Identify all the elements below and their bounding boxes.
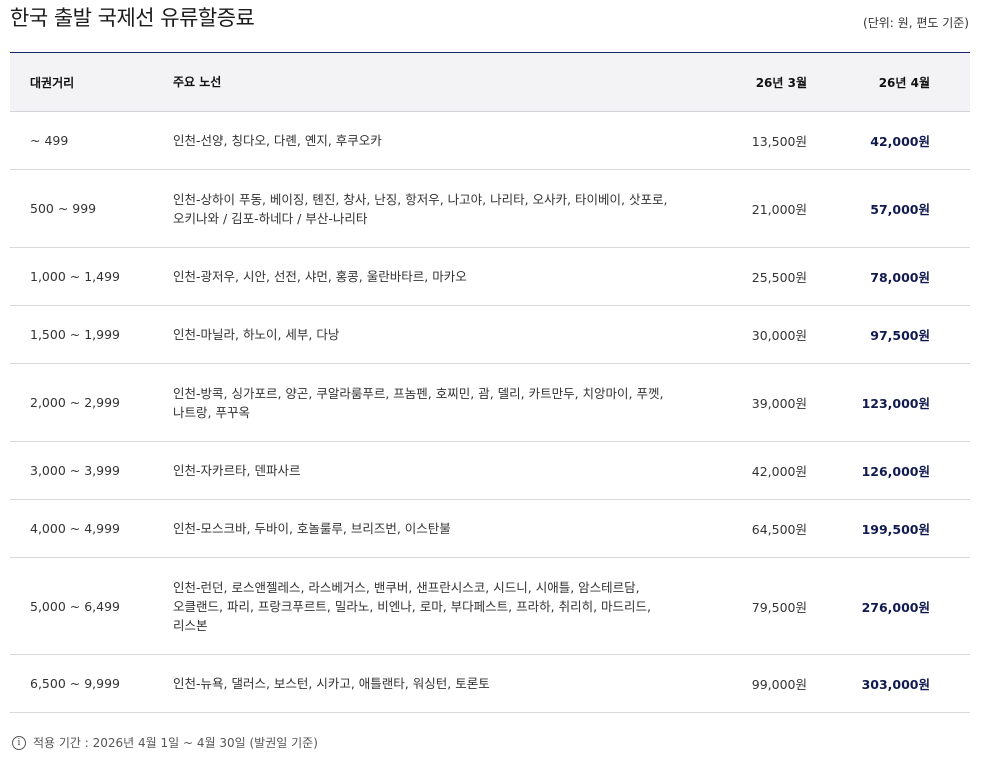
routes-cell: 인천-선양, 칭다오, 다롄, 옌지, 후쿠오카 xyxy=(173,131,690,150)
march-fee-cell: 42,000원 xyxy=(751,464,807,479)
table-row: 5,000 ~ 6,499 인천-런던, 로스앤젤레스, 라스베거스, 밴쿠버, … xyxy=(10,558,970,655)
distance-cell: 500 ~ 999 xyxy=(30,201,97,216)
april-fee-cell: 97,500원 xyxy=(870,328,930,343)
march-fee-cell: 30,000원 xyxy=(751,328,807,343)
surcharge-table: 대권거리 주요 노선 26년 3월 26년 4월 ~ 499 인천-선양, 칭다오… xyxy=(10,52,970,713)
route-line: 나트랑, 푸꾸옥 xyxy=(173,404,250,420)
table-row: 4,000 ~ 4,999 인천-모스크바, 두바이, 호놀룰루, 브리즈번, 이… xyxy=(10,500,970,558)
distance-cell: 3,000 ~ 3,999 xyxy=(30,463,120,478)
distance-cell: 1,000 ~ 1,499 xyxy=(30,269,120,284)
routes-cell: 인천-자카르타, 덴파사르 xyxy=(173,461,690,480)
april-fee-cell: 123,000원 xyxy=(861,396,930,411)
march-fee-cell: 99,000원 xyxy=(751,677,807,692)
unit-note: (단위: 원, 편도 기준) xyxy=(863,16,969,30)
table-row: 1,500 ~ 1,999 인천-마닐라, 하노이, 세부, 다낭 30,000원 9… xyxy=(10,306,970,364)
april-fee-cell: 78,000원 xyxy=(870,270,930,285)
march-fee-cell: 64,500원 xyxy=(751,522,807,537)
route-line: 오클랜드, 파리, 프랑크푸르트, 밀라노, 비엔나, 로마, 부다페스트, 프… xyxy=(173,598,651,614)
route-line: 인천-자카르타, 덴파사르 xyxy=(173,463,301,478)
table-header: 대권거리 주요 노선 26년 3월 26년 4월 xyxy=(10,53,970,112)
routes-cell: 인천-상하이 푸동, 베이징, 톈진, 창사, 난징, 항저우, 나고야, 나리… xyxy=(173,190,690,228)
routes-cell: 인천-모스크바, 두바이, 호놀룰루, 브리즈번, 이스탄불 xyxy=(173,519,690,538)
page-title: 한국 출발 국제선 유류할증료 xyxy=(10,6,255,30)
route-line: 인천-마닐라, 하노이, 세부, 다낭 xyxy=(173,327,340,342)
routes-cell: 인천-런던, 로스앤젤레스, 라스베거스, 밴쿠버, 샌프란시스코, 시드니, … xyxy=(173,578,690,635)
routes-cell: 인천-마닐라, 하노이, 세부, 다낭 xyxy=(173,325,690,344)
route-line: 오키나와 / 김포-하네다 / 부산-나리타 xyxy=(173,210,368,226)
info-icon: i xyxy=(12,735,26,750)
footnote-text: 적용 기간 : 2026년 4월 1일 ~ 4월 30일 (발권일 기준) xyxy=(33,736,318,750)
route-line: 인천-방콕, 싱가포르, 양곤, 쿠알라룸푸르, 프놈펜, 호찌민, 괌, 델리… xyxy=(173,385,664,401)
march-fee-cell: 13,500원 xyxy=(751,134,807,149)
march-fee-cell: 25,500원 xyxy=(751,270,807,285)
april-fee-cell: 303,000원 xyxy=(861,677,930,692)
april-fee-cell: 126,000원 xyxy=(861,464,930,479)
header-march: 26년 3월 xyxy=(755,75,807,90)
march-fee-cell: 21,000원 xyxy=(751,202,807,217)
table-row: 1,000 ~ 1,499 인천-광저우, 시안, 선전, 샤먼, 홍콩, 울란바… xyxy=(10,248,970,306)
table-row: ~ 499 인천-선양, 칭다오, 다롄, 옌지, 후쿠오카 13,500원 42,0… xyxy=(10,112,970,170)
april-fee-cell: 57,000원 xyxy=(870,202,930,217)
header-distance: 대권거리 xyxy=(30,75,75,90)
table-row: 3,000 ~ 3,999 인천-자카르타, 덴파사르 42,000원 126,000… xyxy=(10,442,970,500)
footnote: i 적용 기간 : 2026년 4월 1일 ~ 4월 30일 (발권일 기준) xyxy=(12,734,318,751)
route-line: 인천-선양, 칭다오, 다롄, 옌지, 후쿠오카 xyxy=(173,133,382,148)
route-line: 인천-런던, 로스앤젤레스, 라스베거스, 밴쿠버, 샌프란시스코, 시드니, … xyxy=(173,579,640,595)
distance-cell: 1,500 ~ 1,999 xyxy=(30,327,120,342)
april-fee-cell: 42,000원 xyxy=(870,134,930,149)
route-line: 인천-광저우, 시안, 선전, 샤먼, 홍콩, 울란바타르, 마카오 xyxy=(173,269,467,284)
route-line: 인천-뉴욕, 댈러스, 보스턴, 시카고, 애틀랜타, 워싱턴, 토론토 xyxy=(173,676,490,691)
routes-cell: 인천-방콕, 싱가포르, 양곤, 쿠알라룸푸르, 프놈펜, 호찌민, 괌, 델리… xyxy=(173,384,690,422)
distance-cell: 4,000 ~ 4,999 xyxy=(30,521,120,536)
header-april: 26년 4월 xyxy=(878,75,930,90)
distance-cell: 2,000 ~ 2,999 xyxy=(30,395,120,410)
header-routes: 주요 노선 xyxy=(173,74,222,89)
route-line: 인천-모스크바, 두바이, 호놀룰루, 브리즈번, 이스탄불 xyxy=(173,521,451,536)
routes-cell: 인천-뉴욕, 댈러스, 보스턴, 시카고, 애틀랜타, 워싱턴, 토론토 xyxy=(173,674,690,693)
routes-cell: 인천-광저우, 시안, 선전, 샤먼, 홍콩, 울란바타르, 마카오 xyxy=(173,267,690,286)
april-fee-cell: 276,000원 xyxy=(861,599,930,615)
distance-cell: 6,500 ~ 9,999 xyxy=(30,676,120,691)
table-body: ~ 499 인천-선양, 칭다오, 다롄, 옌지, 후쿠오카 13,500원 42,0… xyxy=(10,112,970,713)
route-line: 인천-상하이 푸동, 베이징, 톈진, 창사, 난징, 항저우, 나고야, 나리… xyxy=(173,191,668,207)
march-fee-cell: 79,500원 xyxy=(751,599,807,615)
april-fee-cell: 199,500원 xyxy=(861,522,930,537)
route-line: 리스본 xyxy=(173,617,208,633)
table-row: 2,000 ~ 2,999 인천-방콕, 싱가포르, 양곤, 쿠알라룸푸르, 프놈… xyxy=(10,364,970,442)
distance-cell: 5,000 ~ 6,499 xyxy=(30,598,120,614)
distance-cell: ~ 499 xyxy=(30,133,69,148)
march-fee-cell: 39,000원 xyxy=(751,396,807,411)
table-row: 6,500 ~ 9,999 인천-뉴욕, 댈러스, 보스턴, 시카고, 애틀랜타,… xyxy=(10,655,970,713)
table-row: 500 ~ 999 인천-상하이 푸동, 베이징, 톈진, 창사, 난징, 항저우… xyxy=(10,170,970,248)
